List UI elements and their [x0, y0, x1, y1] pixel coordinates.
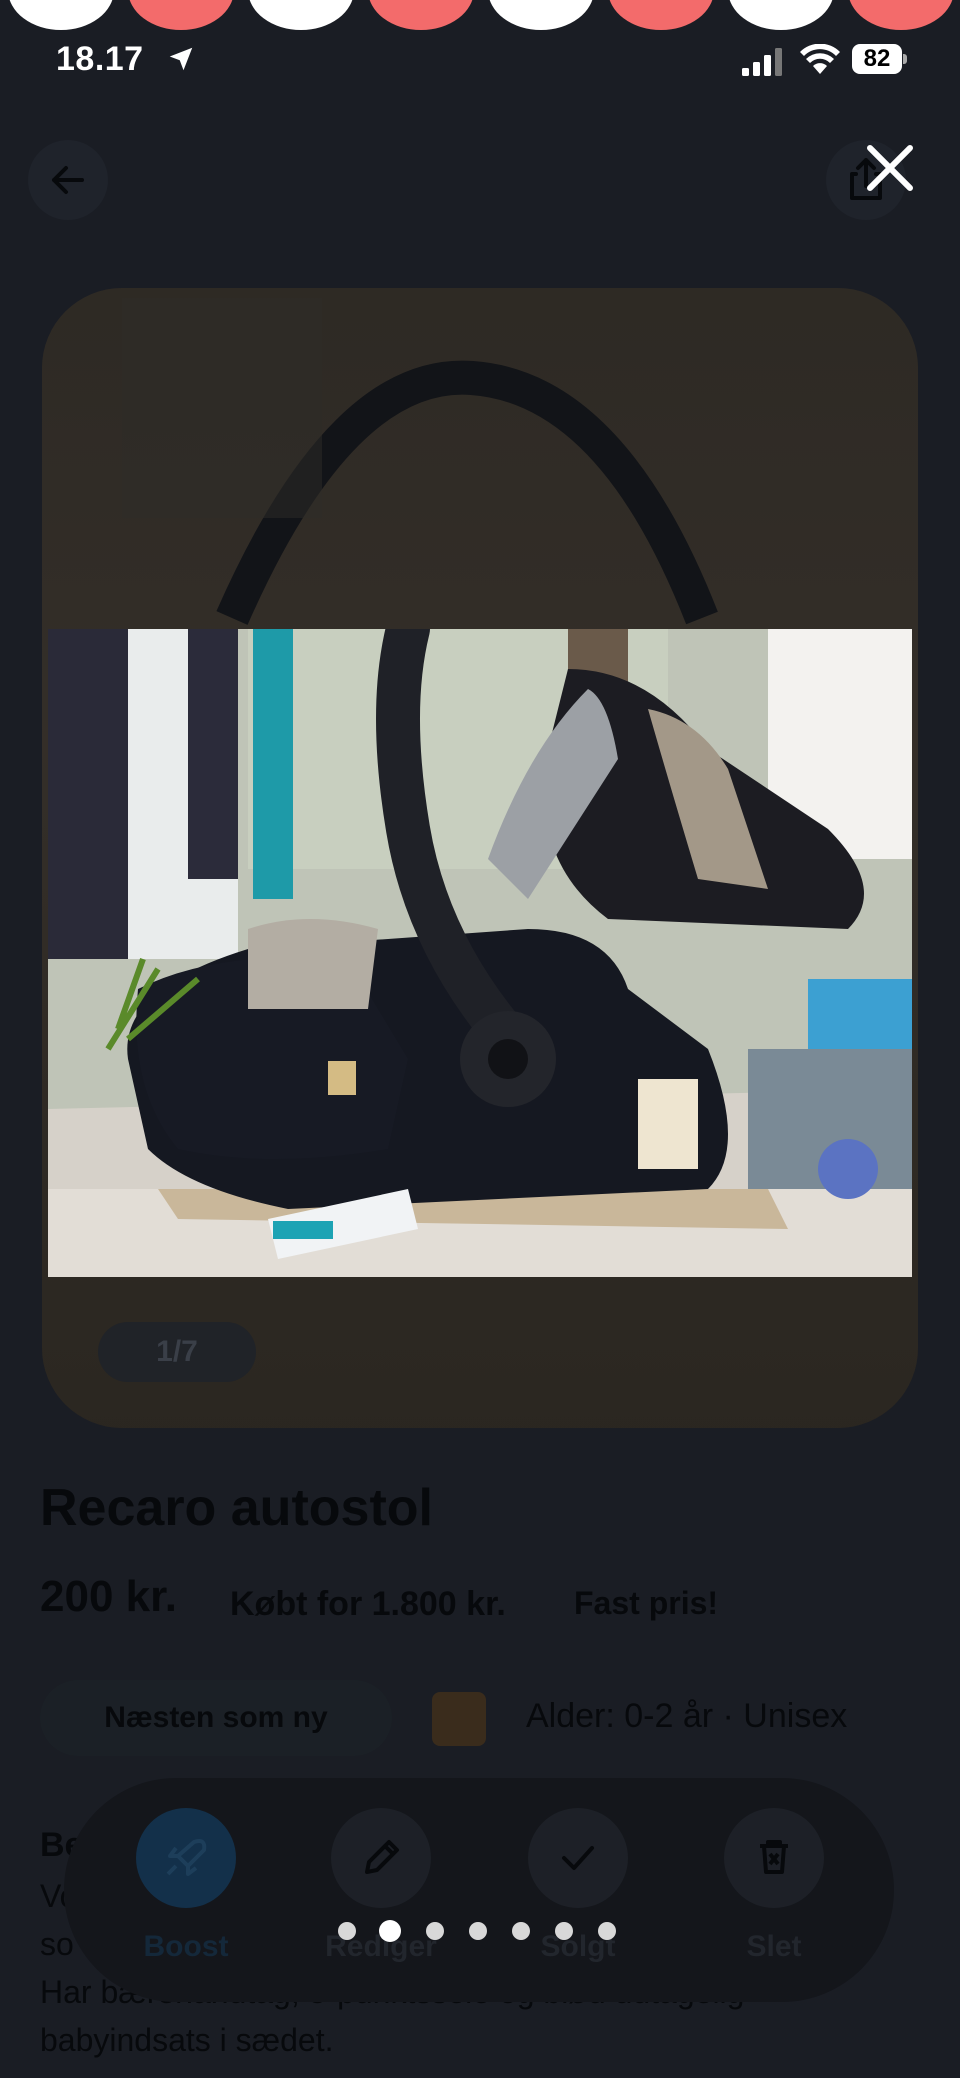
page-dot-active[interactable] [379, 1920, 401, 1942]
color-strip-dot [608, 0, 714, 30]
pencil-icon [365, 1840, 399, 1874]
status-bar: 18.17 82 [0, 36, 960, 86]
page-dot[interactable] [555, 1922, 573, 1940]
page-dot[interactable] [338, 1922, 356, 1940]
photo-counter: 1/7 [98, 1322, 256, 1382]
color-strip-dot [8, 0, 114, 30]
color-strip-dot [848, 0, 954, 30]
trash-icon [760, 1840, 788, 1874]
color-strip-dot [248, 0, 354, 30]
sold-button[interactable] [528, 1808, 628, 1908]
location-arrow-icon [169, 47, 193, 71]
rocket-icon [166, 1839, 207, 1876]
delete-button[interactable] [724, 1808, 824, 1908]
listing-title: Recaro autostol [40, 1479, 433, 1537]
color-strip-dot [368, 0, 474, 30]
box-icon [432, 1692, 486, 1746]
battery-indicator: 82 [852, 44, 902, 74]
color-strip-dot [488, 0, 594, 30]
price-note: Fast pris! [574, 1585, 719, 1621]
page-dot[interactable] [598, 1922, 616, 1940]
description-line-4: babyindsats i sædet. [40, 2022, 334, 2058]
color-strip-dot [728, 0, 834, 30]
boost-button[interactable] [136, 1808, 236, 1908]
gallery-page-indicator [338, 1920, 628, 1942]
edit-button[interactable] [331, 1808, 431, 1908]
page-dot[interactable] [469, 1922, 487, 1940]
wifi-icon [800, 44, 840, 74]
page-dot[interactable] [512, 1922, 530, 1940]
battery-tip [903, 54, 907, 64]
back-button[interactable] [28, 140, 108, 220]
age-gender-label: Alder: 0-2 år · Unisex [526, 1697, 848, 1735]
expanded-photo[interactable] [48, 629, 912, 1277]
color-strip-dot [128, 0, 234, 30]
condition-chip: Næsten som ny [40, 1680, 392, 1756]
description-text-4: babyindsats i sædet. [40, 2016, 920, 2064]
close-icon[interactable] [856, 134, 924, 202]
listing-price: 200 kr. [40, 1572, 178, 1621]
page-dot[interactable] [426, 1922, 444, 1940]
original-price: Købt for 1.800 kr. [230, 1585, 506, 1623]
check-icon [562, 1846, 594, 1870]
delete-label: Slet [746, 1930, 802, 1963]
status-time: 18.17 [56, 40, 144, 78]
arrow-left-icon [52, 166, 84, 194]
description-line-2: so [40, 1926, 74, 1962]
cellular-signal-icon [742, 48, 782, 76]
car-seat-photo [48, 629, 912, 1277]
boost-label: Boost [143, 1930, 229, 1963]
